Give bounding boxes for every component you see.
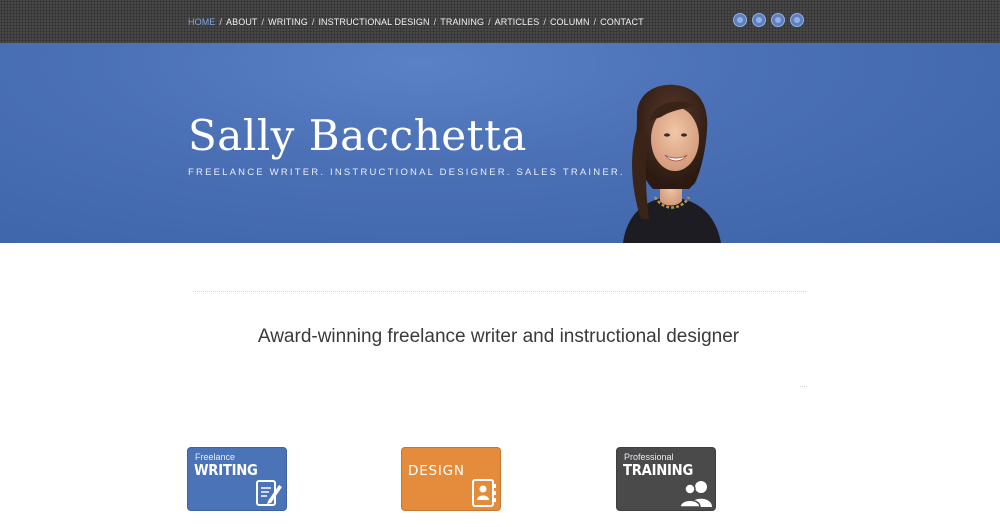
nav-separator: / (219, 17, 223, 27)
tile-design[interactable]: DESIGN (401, 447, 501, 511)
nav-separator: / (543, 17, 546, 27)
site-tagline: Freelance Writer. Instructional Designer… (188, 167, 625, 178)
tile-professional-training[interactable]: Professional TRAINING (616, 447, 716, 511)
tile-title: TRAINING (623, 461, 694, 479)
nav-writing[interactable]: Writing (268, 17, 308, 27)
social-links (733, 13, 804, 27)
nav-separator: / (311, 17, 315, 27)
tile-title: WRITING (194, 461, 258, 479)
main-nav: Home / About / Writing / Instructional D… (188, 15, 644, 29)
email-icon[interactable] (790, 13, 804, 27)
top-nav-bar: Home / About / Writing / Instructional D… (0, 0, 1000, 43)
nav-separator: / (593, 17, 597, 27)
divider-bottom (800, 386, 807, 387)
rss-icon[interactable] (771, 13, 785, 27)
portrait-photo (623, 84, 721, 243)
linkedin-icon[interactable] (733, 13, 747, 27)
document-pen-icon (256, 480, 282, 506)
nav-home[interactable]: Home (188, 17, 215, 27)
nav-articles[interactable]: Articles (495, 17, 540, 27)
address-book-icon (472, 479, 496, 507)
nav-about[interactable]: About (226, 17, 258, 27)
nav-separator: / (261, 17, 265, 27)
header-banner: Sally Bacchetta Freelance Writer. Instru… (0, 43, 1000, 243)
nav-contact[interactable]: Contact (600, 17, 644, 27)
twitter-icon[interactable] (752, 13, 766, 27)
nav-training[interactable]: Training (440, 17, 484, 27)
people-icon (679, 481, 712, 507)
site-title[interactable]: Sally Bacchetta (188, 111, 527, 160)
divider-top (193, 291, 806, 292)
main-headline: Award-winning freelance writer and instr… (257, 326, 740, 347)
tile-freelance-writing[interactable]: Freelance WRITING (187, 447, 287, 511)
nav-separator: / (433, 17, 437, 27)
nav-separator: / (488, 17, 491, 27)
nav-instructional-design[interactable]: Instructional Design (318, 17, 429, 27)
nav-column[interactable]: Column (550, 17, 590, 27)
tile-title: DESIGN (408, 463, 465, 479)
